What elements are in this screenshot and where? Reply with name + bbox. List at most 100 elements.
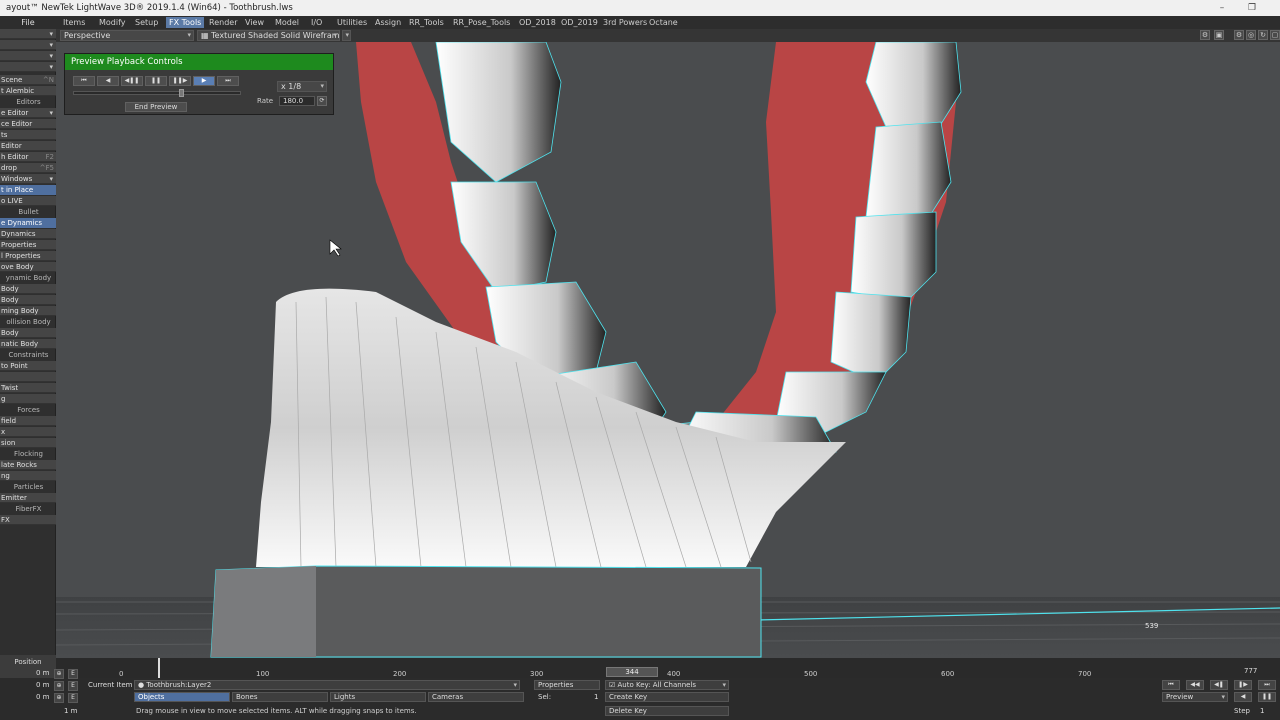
sidebar-item-ts[interactable]: ts <box>0 130 56 140</box>
sidebar-item-to-point[interactable]: to Point <box>0 361 56 371</box>
rate-input[interactable]: 180.0 <box>279 96 315 106</box>
sidebar-item-twist[interactable]: Twist <box>0 383 56 393</box>
position-x-value[interactable]: 0 m <box>36 668 50 679</box>
render-mode-select[interactable]: ▦ Textured Shaded Solid Wireframe ▾ <box>197 30 340 41</box>
sidebar-dropdown-4[interactable]: ▾ <box>0 62 56 72</box>
sidebar-item-g[interactable]: g <box>0 394 56 404</box>
sidebar-item-x[interactable]: x <box>0 427 56 437</box>
speed-select[interactable]: x 1/8 ▾ <box>277 81 327 92</box>
delete-key-button[interactable]: Delete Key <box>605 706 729 716</box>
maximize-view-icon[interactable]: ▢ <box>1270 30 1280 40</box>
sidebar-item-properties[interactable]: Properties <box>0 240 56 250</box>
preview-slider-track[interactable] <box>73 89 241 97</box>
last-frame-icon[interactable]: ⏭ <box>217 76 239 86</box>
viewport-options-dropdown[interactable]: ▾ <box>342 30 351 41</box>
reset-x-icon[interactable]: ⊕ <box>54 669 64 679</box>
end-frame[interactable]: 777 <box>1244 667 1257 675</box>
sidebar-item-emitter[interactable]: Emitter <box>0 493 56 503</box>
sidebar-item-windows[interactable]: Windows ▾ <box>0 174 56 184</box>
tab-3rd-powers[interactable]: 3rd Powers <box>600 17 650 28</box>
sidebar-item-e-editor[interactable]: e Editor ▾ <box>0 108 56 118</box>
sidebar-item-ng[interactable]: ng <box>0 471 56 481</box>
tab-model[interactable]: Model <box>272 17 302 28</box>
sidebar-dropdown-1[interactable]: ▾ <box>0 29 56 39</box>
envelope-z-button[interactable]: E <box>68 693 78 703</box>
center-icon[interactable]: ◎ <box>1246 30 1256 40</box>
minimize-button[interactable]: – <box>1208 0 1236 16</box>
play-step-icon[interactable]: ❚❚▶ <box>169 76 191 86</box>
tab-octane[interactable]: Octane <box>646 17 681 28</box>
rate-reset-icon[interactable]: ⟳ <box>317 96 327 106</box>
sidebar-item-late-rocks[interactable]: late Rocks <box>0 460 56 470</box>
tab-i-o[interactable]: I/O <box>308 17 325 28</box>
envelope-y-button[interactable]: E <box>68 681 78 691</box>
preview-select[interactable]: Preview ▾ <box>1162 692 1228 702</box>
reset-y-icon[interactable]: ⊕ <box>54 681 64 691</box>
tab-od-2019[interactable]: OD_2019 <box>558 17 601 28</box>
sidebar-item-ce-editor[interactable]: ce Editor <box>0 119 56 129</box>
previous-key-icon[interactable]: ◀◀ <box>1186 680 1204 690</box>
sidebar-dropdown-2[interactable]: ▾ <box>0 40 56 50</box>
last-frame-icon[interactable]: ⏭ <box>1258 680 1276 690</box>
sidebar-item-dynamics[interactable]: Dynamics <box>0 229 56 239</box>
current-item-select[interactable]: ● Toothbrush:Layer2 ▾ <box>134 680 520 690</box>
gear-icon[interactable]: ⚙ <box>1200 30 1210 40</box>
play-icon[interactable]: ▶ <box>193 76 215 86</box>
sidebar-item-scene[interactable]: Scene ^N <box>0 75 56 85</box>
sidebar-item-fx[interactable]: FX <box>0 515 56 525</box>
timeline[interactable]: Position 344 0 100 200 300 400 500 600 700 777 <box>14 658 1280 678</box>
restore-button[interactable]: ❐ <box>1238 0 1266 16</box>
sidebar-item-sion[interactable]: sion <box>0 438 56 448</box>
item-type-lights[interactable]: Lights <box>330 692 426 702</box>
tab-render[interactable]: Render <box>206 17 240 28</box>
sidebar-item-blank[interactable] <box>0 372 56 382</box>
sidebar-item-l-properties[interactable]: l Properties <box>0 251 56 261</box>
item-type-objects[interactable]: Objects <box>134 692 230 702</box>
item-type-cameras[interactable]: Cameras <box>428 692 524 702</box>
sidebar-item-t-alembic[interactable]: t Alembic <box>0 86 56 96</box>
sidebar-item-t-in-place[interactable]: t in Place <box>0 185 56 195</box>
tab-setup[interactable]: Setup <box>132 17 161 28</box>
play-reverse-icon[interactable]: ◀❚❚ <box>121 76 143 86</box>
sidebar-item-e-dynamics[interactable]: e Dynamics <box>0 218 56 228</box>
properties-button[interactable]: Properties <box>534 680 600 690</box>
sidebar-item-o-live[interactable]: o LIVE <box>0 196 56 206</box>
preview-slider-knob[interactable] <box>179 89 184 97</box>
sidebar-item-body[interactable]: Body <box>0 328 56 338</box>
3d-viewport[interactable]: 539 <box>56 42 1280 658</box>
tab-utilities[interactable]: Utilities <box>334 17 370 28</box>
sidebar-item-natic-body[interactable]: natic Body <box>0 339 56 349</box>
sidebar-item-ming-body[interactable]: ming Body <box>0 306 56 316</box>
sidebar-item-body[interactable]: Body <box>0 284 56 294</box>
save-view-icon[interactable]: ▣ <box>1214 30 1224 40</box>
sidebar-item-body[interactable]: Body <box>0 295 56 305</box>
tab-items[interactable]: Items <box>60 17 88 28</box>
current-frame-slider[interactable]: 344 <box>606 667 658 677</box>
pause-icon[interactable]: ❚❚ <box>145 76 167 86</box>
tab-view[interactable]: View <box>242 17 267 28</box>
envelope-x-button[interactable]: E <box>68 669 78 679</box>
settings-icon[interactable]: ⚙ <box>1234 30 1244 40</box>
file-menu[interactable]: File <box>0 16 56 29</box>
sidebar-item-h-editor[interactable]: h Editor F2 <box>0 152 56 162</box>
auto-key-toggle[interactable]: ☑ Auto Key: All Channels ▾ <box>605 680 729 690</box>
tab-rr-tools[interactable]: RR_Tools <box>406 17 447 28</box>
item-type-bones[interactable]: Bones <box>232 692 328 702</box>
refresh-icon[interactable]: ↻ <box>1258 30 1268 40</box>
tab-od-2018[interactable]: OD_2018 <box>516 17 559 28</box>
view-mode-select[interactable]: Perspective ▾ <box>60 30 194 41</box>
tab-assign[interactable]: Assign <box>372 17 404 28</box>
pause-icon[interactable]: ❚❚ <box>1258 692 1276 702</box>
previous-frame-icon[interactable]: ◀ <box>97 76 119 86</box>
reset-z-icon[interactable]: ⊕ <box>54 693 64 703</box>
first-frame-icon[interactable]: ⏮ <box>1162 680 1180 690</box>
tab-modify[interactable]: Modify <box>96 17 129 28</box>
tab-rr-pose-tools[interactable]: RR_Pose_Tools <box>450 17 513 28</box>
sidebar-item-field[interactable]: field <box>0 416 56 426</box>
create-key-button[interactable]: Create Key <box>605 692 729 702</box>
sidebar-dropdown-3[interactable]: ▾ <box>0 51 56 61</box>
position-y-value[interactable]: 0 m <box>36 680 50 691</box>
first-frame-icon[interactable]: ⏮ <box>73 76 95 86</box>
sidebar-item-editor[interactable]: Editor <box>0 141 56 151</box>
step-value[interactable]: 1 <box>1260 706 1264 717</box>
